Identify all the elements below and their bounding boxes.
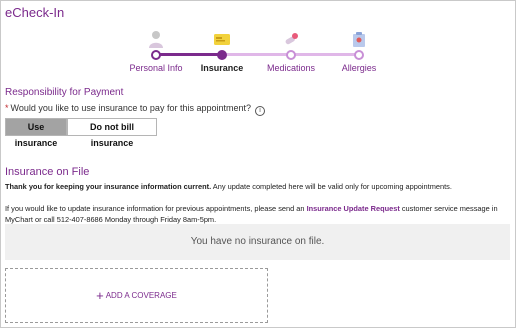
question-text: Would you like to use insurance to pay f… xyxy=(10,103,251,113)
step-label: Insurance xyxy=(200,63,244,73)
notice-text: Any update completed here will be valid … xyxy=(211,182,452,191)
insurance-question: * Would you like to use insurance to pay … xyxy=(5,103,265,116)
payment-section-title: Responsibility for Payment xyxy=(5,87,124,98)
step-dot-insurance xyxy=(217,50,227,60)
person-icon xyxy=(149,31,163,48)
insurance-card-icon xyxy=(214,34,230,45)
instructions-text: If you would like to update insurance in… xyxy=(5,204,307,213)
add-coverage-button[interactable]: + ADD A COVERAGE xyxy=(5,268,268,323)
add-coverage-label: ADD A COVERAGE xyxy=(105,291,177,300)
step-dot-medications xyxy=(286,50,296,60)
step-allergies[interactable]: Allergies xyxy=(319,30,399,73)
plus-icon: + xyxy=(96,288,104,303)
progress-tracker: Personal Info Insurance Medications Alle… xyxy=(0,0,516,80)
use-insurance-button[interactable]: Use insurance xyxy=(5,118,67,148)
allergies-icon xyxy=(353,32,365,47)
step-dot-personal-info xyxy=(151,50,161,60)
insurance-update-request-link[interactable]: Insurance Update Request xyxy=(307,204,400,213)
required-marker: * xyxy=(5,103,9,113)
do-not-bill-insurance-button[interactable]: Do not bill insurance xyxy=(67,118,157,148)
insurance-instructions: If you would like to update insurance in… xyxy=(5,203,510,225)
step-insurance[interactable]: Insurance xyxy=(182,30,262,73)
step-label: Allergies xyxy=(341,63,377,73)
info-icon[interactable]: i xyxy=(255,106,265,116)
step-dot-allergies xyxy=(354,50,364,60)
insurance-section-title: Insurance on File xyxy=(5,166,90,178)
medications-icon xyxy=(285,33,298,45)
no-insurance-message: You have no insurance on file. xyxy=(5,224,510,260)
notice-bold: Thank you for keeping your insurance inf… xyxy=(5,182,212,191)
insurance-notice: Thank you for keeping your insurance inf… xyxy=(5,182,452,191)
